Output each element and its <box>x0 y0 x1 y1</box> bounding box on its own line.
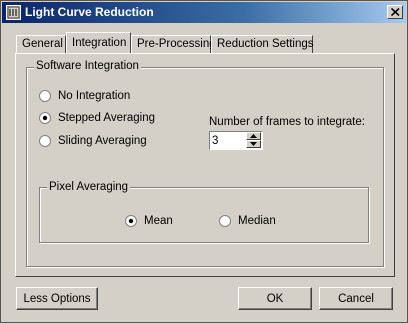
median-label: Median <box>238 215 276 227</box>
radio-checked-icon <box>39 112 51 124</box>
arrow-up-icon <box>250 134 257 138</box>
close-button[interactable] <box>387 5 403 19</box>
arrow-down-icon <box>250 142 257 146</box>
sliding-averaging-radio[interactable]: Sliding Averaging <box>39 134 169 148</box>
no-integration-radio[interactable]: No Integration <box>39 89 159 103</box>
ok-button[interactable]: OK <box>238 287 312 310</box>
tab-integration[interactable]: Integration <box>66 32 131 53</box>
stepped-averaging-radio[interactable]: Stepped Averaging <box>39 111 179 125</box>
pixel-averaging-group <box>39 187 369 243</box>
tab-pre-processing[interactable]: Pre-Processing <box>131 35 216 53</box>
less-options-button[interactable]: Less Options <box>16 287 98 310</box>
spin-down-button[interactable] <box>246 140 261 148</box>
frames-to-integrate-stepper[interactable] <box>209 131 263 150</box>
app-icon <box>6 5 21 20</box>
dialog-window: Light Curve Reduction General Integratio… <box>0 0 408 323</box>
spin-up-button[interactable] <box>246 132 261 140</box>
no-integration-label: No Integration <box>58 90 131 102</box>
mean-label: Mean <box>144 215 173 227</box>
close-icon <box>391 8 400 16</box>
tab-general[interactable]: General <box>16 35 66 53</box>
median-radio[interactable]: Median <box>219 214 289 228</box>
window-title: Light Curve Reduction <box>25 5 154 19</box>
tab-reduction-settings[interactable]: Reduction Settings <box>211 35 314 53</box>
radio-unchecked-icon <box>39 135 51 147</box>
radio-unchecked-icon <box>219 215 231 227</box>
frames-to-integrate-input[interactable] <box>212 133 242 148</box>
mean-radio[interactable]: Mean <box>125 214 195 228</box>
sliding-averaging-label: Sliding Averaging <box>58 135 147 147</box>
radio-unchecked-icon <box>39 90 51 102</box>
title-bar[interactable]: Light Curve Reduction <box>2 2 406 23</box>
stepped-averaging-label: Stepped Averaging <box>58 112 155 124</box>
radio-checked-icon <box>125 215 137 227</box>
cancel-button[interactable]: Cancel <box>319 287 393 310</box>
pixel-averaging-label: Pixel Averaging <box>47 181 131 194</box>
frames-to-integrate-label: Number of frames to integrate: <box>209 116 365 128</box>
software-integration-label: Software Integration <box>34 60 141 73</box>
